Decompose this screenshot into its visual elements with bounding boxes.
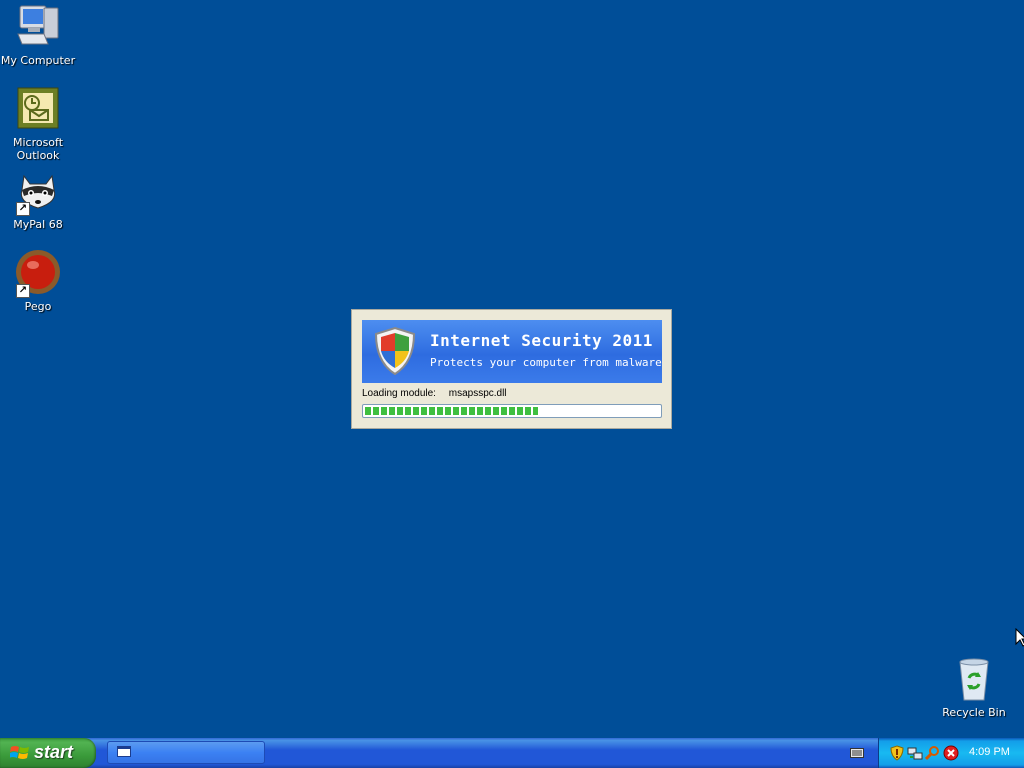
security-shield-icon[interactable]	[889, 745, 905, 761]
desktop-icon-my-computer[interactable]: My Computer	[0, 4, 76, 67]
system-tray: 4:09 PM	[878, 738, 1024, 768]
network-icon[interactable]	[907, 745, 923, 761]
splash-subtitle: Protects your computer from malware	[430, 356, 662, 369]
recycle-bin-icon	[950, 656, 998, 704]
desktop-icon-mypal[interactable]: ↗ MyPal 68	[0, 168, 76, 231]
mouse-cursor-icon	[1015, 628, 1024, 647]
module-name: msapsspc.dll	[448, 388, 507, 399]
window-icon	[117, 746, 131, 757]
start-button[interactable]: start	[0, 738, 96, 768]
desktop-icon-recycle-bin[interactable]: Recycle Bin	[936, 656, 1012, 719]
windows-logo-icon	[10, 746, 29, 759]
loading-label: Loading module:	[362, 388, 436, 399]
loading-status: Loading module: msapsspc.dll	[362, 388, 507, 399]
splash-title: Internet Security 2011	[430, 331, 653, 350]
pego-red-ball-icon: ↗	[14, 250, 62, 298]
search-icon[interactable]	[925, 745, 941, 761]
desktop-icon-pego[interactable]: ↗ Pego	[0, 250, 76, 313]
security-shield-icon	[374, 326, 416, 376]
security-alert-icon[interactable]	[943, 745, 959, 761]
security-splash-dialog: Internet Security 2011 Protects your com…	[351, 309, 672, 429]
taskbar-clock[interactable]: 4:09 PM	[969, 746, 1010, 758]
shortcut-arrow-icon: ↗	[16, 284, 30, 298]
desktop-icon-label: Pego	[24, 300, 52, 313]
progress-bar	[362, 404, 662, 418]
shortcut-arrow-icon: ↗	[16, 202, 30, 216]
progress-fill	[365, 407, 539, 415]
splash-banner: Internet Security 2011 Protects your com…	[362, 320, 662, 383]
raccoon-browser-icon: ↗	[14, 168, 62, 216]
desktop-icon-label: MyPal 68	[13, 218, 63, 231]
desktop-icon-label: Recycle Bin	[942, 706, 1006, 719]
taskbar-window-button[interactable]	[107, 741, 265, 764]
outlook-icon	[14, 86, 62, 134]
keyboard-language-icon[interactable]	[850, 747, 864, 759]
desktop-icon-outlook[interactable]: Microsoft Outlook	[0, 86, 76, 162]
desktop-icon-label: Microsoft Outlook	[12, 136, 64, 162]
taskbar: start 4:09 PM	[0, 738, 1024, 768]
my-computer-icon	[14, 4, 62, 52]
desktop-icon-label: My Computer	[0, 54, 76, 67]
start-label: start	[34, 742, 74, 762]
